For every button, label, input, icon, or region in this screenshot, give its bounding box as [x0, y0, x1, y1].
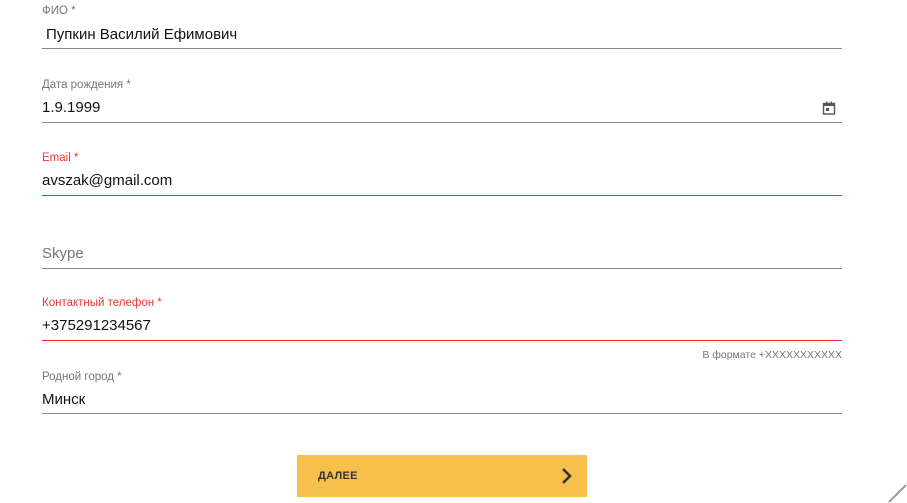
birthdate-input[interactable]: 1.9.1999 — [42, 99, 100, 116]
city-underline — [42, 413, 842, 414]
resize-grip-icon[interactable] — [885, 481, 907, 503]
email-field[interactable]: Email * avszak@gmail.com — [42, 147, 842, 197]
skype-input[interactable]: Skype — [42, 245, 84, 262]
city-input[interactable]: Минск — [42, 391, 85, 408]
city-label: Родной город * — [42, 371, 122, 383]
calendar-icon[interactable] — [822, 101, 836, 115]
email-label: Email * — [42, 152, 79, 164]
next-button-label: ДАЛЕЕ — [318, 470, 358, 482]
birthdate-label: Дата рождения * — [42, 79, 131, 91]
phone-label: Контактный телефон * — [42, 297, 162, 309]
phone-underline — [42, 340, 842, 341]
skype-underline — [42, 268, 842, 269]
fio-underline — [42, 48, 842, 49]
phone-input[interactable]: +375291234567 — [42, 317, 151, 334]
city-field[interactable]: Родной город * Минск — [42, 366, 842, 416]
chevron-right-icon — [562, 468, 572, 484]
birthdate-underline — [42, 122, 842, 123]
email-input[interactable]: avszak@gmail.com — [42, 172, 172, 189]
fio-field[interactable]: ФИО * Пупкин Василий Ефимович — [42, 0, 842, 50]
fio-input[interactable]: Пупкин Василий Ефимович — [46, 26, 237, 43]
skype-field[interactable]: Skype — [42, 220, 842, 270]
phone-format-hint: В формате +XXXXXXXXXXX — [702, 349, 842, 361]
fio-label: ФИО * — [42, 5, 76, 17]
next-button[interactable]: ДАЛЕЕ — [297, 455, 587, 497]
phone-field[interactable]: Контактный телефон * +375291234567 В фор… — [42, 293, 842, 363]
birthdate-field[interactable]: Дата рождения * 1.9.1999 — [42, 74, 842, 124]
email-underline — [42, 195, 842, 196]
